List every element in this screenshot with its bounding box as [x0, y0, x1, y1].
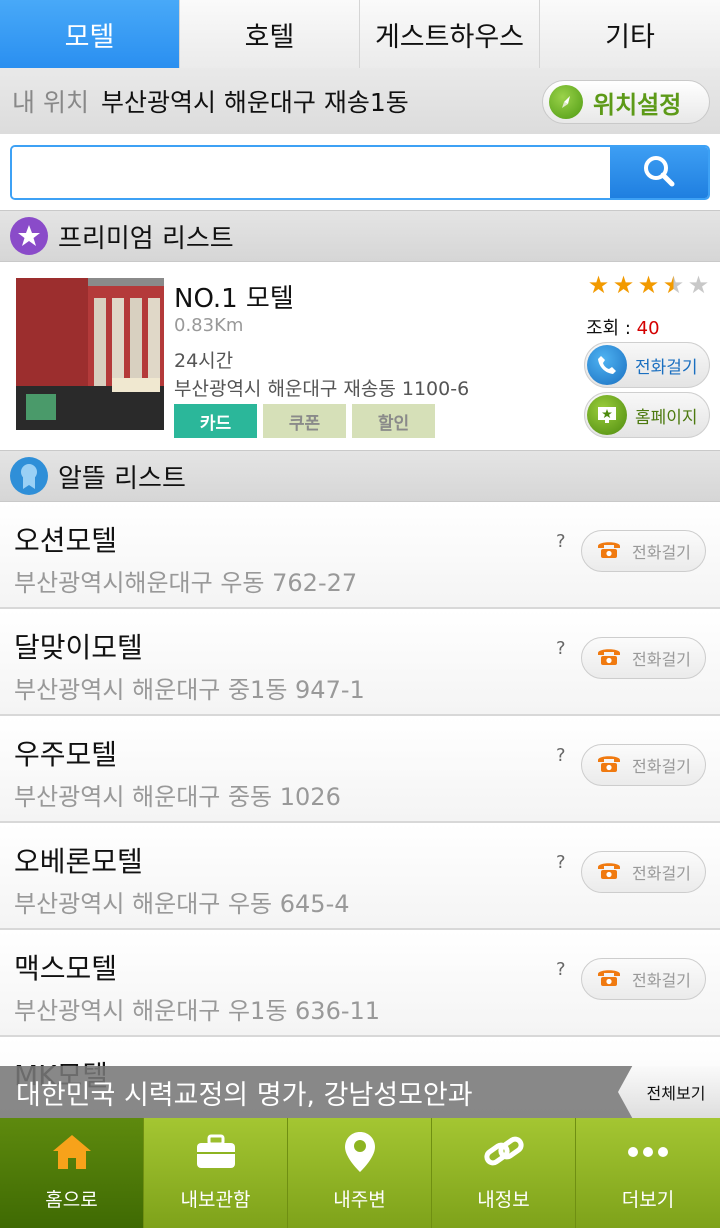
- list-item[interactable]: 오베론모텔 부산광역시 해운대구 우동 645-4 ? 전화걸기: [0, 824, 720, 930]
- link-icon: [481, 1129, 527, 1175]
- call-button[interactable]: 전화걸기: [581, 851, 706, 893]
- star-full-icon: ★: [612, 271, 635, 299]
- search-icon: [642, 154, 676, 192]
- ad-banner[interactable]: 대한민국 시력교정의 명가, 강남성모안과 전체보기: [0, 1066, 720, 1118]
- list-item[interactable]: 우주모텔 부산광역시 해운대구 중동 1026 ? 전화걸기: [0, 717, 720, 823]
- premium-hours: 24시간: [174, 350, 234, 372]
- rating-stars: ★ ★ ★ ★ ★: [586, 271, 711, 299]
- category-tabs: 모텔 호텔 게스트하우스 기타: [0, 0, 720, 68]
- premium-distance: 0.83Km: [174, 315, 244, 336]
- list-item-name: 맥스모텔: [14, 952, 118, 985]
- list-item-mark: ?: [556, 959, 566, 980]
- call-button[interactable]: 전화걸기: [581, 744, 706, 786]
- list-item-name: 달맞이모텔: [14, 631, 143, 664]
- location-label: 내 위치: [12, 88, 89, 117]
- phone-icon: [596, 752, 622, 778]
- premium-section-header: 프리미엄 리스트: [0, 210, 720, 262]
- premium-section-title: 프리미엄 리스트: [58, 223, 234, 254]
- home-icon: [49, 1129, 95, 1175]
- tab-hotel[interactable]: 호텔: [180, 0, 360, 68]
- nav-storage[interactable]: 내보관함: [144, 1118, 288, 1228]
- premium-thumbnail: [16, 278, 164, 430]
- call-button[interactable]: 전화걸기: [581, 637, 706, 679]
- call-button[interactable]: 전화걸기: [581, 958, 706, 1000]
- star-full-icon: ★: [637, 271, 660, 299]
- call-button-label: 전화걸기: [632, 650, 691, 669]
- list-item-address: 부산광역시 해운대구 우동 645-4: [14, 890, 350, 918]
- view-count: 조회 : 40: [586, 314, 660, 340]
- list-item-name: 오베론모텔: [14, 845, 143, 878]
- nav-nearby-label: 내주변: [333, 1189, 386, 1211]
- tab-etc[interactable]: 기타: [540, 0, 720, 68]
- list-item-address: 부산광역시해운대구 우동 762-27: [14, 569, 358, 597]
- tag-discount: 할인: [352, 404, 435, 438]
- phone-icon: [596, 859, 622, 885]
- star-badge-icon: [10, 217, 48, 255]
- phone-icon: [596, 966, 622, 992]
- location-bar: 내 위치 부산광역시 해운대구 재송1동 위치설정: [0, 68, 720, 134]
- compass-icon: [549, 85, 583, 119]
- nav-my-info[interactable]: 내정보: [432, 1118, 576, 1228]
- call-button[interactable]: 전화걸기: [581, 530, 706, 572]
- premium-call-button[interactable]: 전화걸기: [584, 342, 710, 388]
- set-location-label: 위치설정: [593, 90, 682, 119]
- call-button-label: 전화걸기: [632, 543, 691, 562]
- set-location-button[interactable]: 위치설정: [542, 80, 710, 124]
- bottom-nav: 홈으로 내보관함 내주변 내정보 더보기: [0, 1118, 720, 1228]
- list-item-mark: ?: [556, 745, 566, 766]
- budget-section-header: 알뜰 리스트: [0, 450, 720, 502]
- list-item-mark: ?: [556, 852, 566, 873]
- list-item[interactable]: 오션모텔 부산광역시해운대구 우동 762-27 ? 전화걸기: [0, 503, 720, 609]
- tag-card: 카드: [174, 404, 257, 438]
- phone-icon: [596, 538, 622, 564]
- list-item-mark: ?: [556, 531, 566, 552]
- list-item-address: 부산광역시 해운대구 우1동 636-11: [14, 997, 381, 1025]
- nav-home-label: 홈으로: [45, 1189, 98, 1211]
- nav-more[interactable]: 더보기: [576, 1118, 720, 1228]
- ribbon-badge-icon: [10, 457, 48, 495]
- briefcase-icon: [193, 1129, 239, 1175]
- map-pin-icon: [337, 1129, 383, 1175]
- list-item[interactable]: 달맞이모텔 부산광역시 해운대구 중1동 947-1 ? 전화걸기: [0, 610, 720, 716]
- view-count-label: 조회 :: [586, 318, 631, 339]
- homepage-button[interactable]: 홈페이지: [584, 392, 710, 438]
- nav-my-info-label: 내정보: [477, 1189, 530, 1211]
- ad-banner-text: 대한민국 시력교정의 명가, 강남성모안과: [16, 1079, 473, 1111]
- tag-coupon: 쿠폰: [263, 404, 346, 438]
- phone-icon: [596, 645, 622, 671]
- location-value: 부산광역시 해운대구 재송1동: [100, 88, 409, 117]
- nav-storage-label: 내보관함: [180, 1189, 251, 1211]
- nav-more-label: 더보기: [621, 1189, 675, 1211]
- phone-icon: [587, 345, 627, 385]
- call-button-label: 전화걸기: [632, 757, 691, 776]
- premium-call-label: 전화걸기: [635, 357, 698, 378]
- list-item[interactable]: 맥스모텔 부산광역시 해운대구 우1동 636-11 ? 전화걸기: [0, 931, 720, 1037]
- tab-motel[interactable]: 모텔: [0, 0, 180, 68]
- homepage-label: 홈페이지: [635, 407, 698, 428]
- call-button-label: 전화걸기: [632, 864, 691, 883]
- view-count-value: 40: [636, 318, 660, 339]
- tab-guesthouse[interactable]: 게스트하우스: [360, 0, 540, 68]
- premium-name[interactable]: NO.1 모텔: [174, 278, 294, 315]
- nav-nearby[interactable]: 내주변: [288, 1118, 432, 1228]
- view-all-button[interactable]: 전체보기: [618, 1066, 720, 1118]
- search-input[interactable]: [12, 147, 610, 198]
- star-half-icon: ★: [662, 271, 685, 299]
- star-full-icon: ★: [587, 271, 610, 299]
- premium-address: 부산광역시 해운대구 재송동 1100-6: [174, 378, 470, 400]
- nav-home[interactable]: 홈으로: [0, 1118, 144, 1228]
- more-icon: [625, 1129, 671, 1175]
- search-bar: [10, 145, 710, 200]
- list-item-name: 우주모텔: [14, 738, 118, 771]
- search-button[interactable]: [610, 147, 708, 198]
- list-item-address: 부산광역시 해운대구 중동 1026: [14, 783, 341, 811]
- homepage-icon: [587, 395, 627, 435]
- list-item-name: 오션모텔: [14, 524, 118, 557]
- budget-section-title: 알뜰 리스트: [58, 463, 186, 494]
- list-item-address: 부산광역시 해운대구 중1동 947-1: [14, 676, 365, 704]
- list-item-mark: ?: [556, 638, 566, 659]
- star-empty-icon: ★: [687, 271, 710, 299]
- call-button-label: 전화걸기: [632, 971, 691, 990]
